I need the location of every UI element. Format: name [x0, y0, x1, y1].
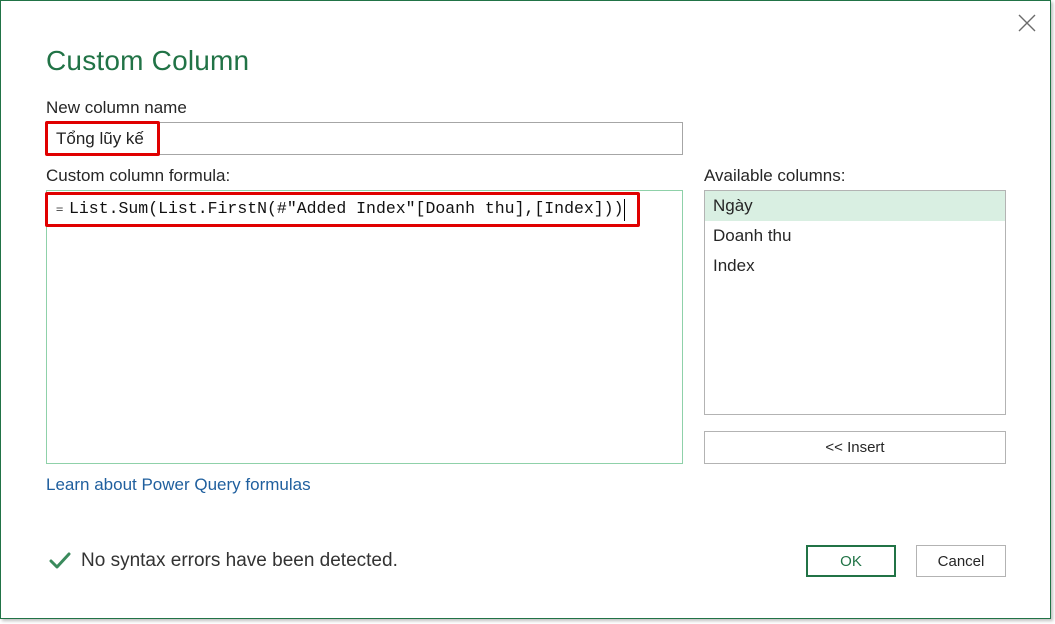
available-columns-list[interactable]: Ngày Doanh thu Index — [704, 190, 1006, 415]
checkmark-icon — [49, 551, 71, 571]
syntax-status: No syntax errors have been detected. — [49, 550, 398, 572]
learn-power-query-link[interactable]: Learn about Power Query formulas — [46, 475, 311, 495]
custom-column-formula-label: Custom column formula: — [46, 166, 230, 186]
ok-button[interactable]: OK — [806, 545, 896, 577]
formula-editor[interactable]: = List.Sum(List.FirstN(#"Added Index"[Do… — [46, 190, 683, 464]
close-icon — [1018, 14, 1036, 32]
close-button[interactable] — [1013, 9, 1041, 37]
new-column-name-value: Tổng lũy kế — [56, 129, 144, 149]
column-item-index[interactable]: Index — [705, 251, 1005, 281]
new-column-name-input[interactable]: Tổng lũy kế — [46, 122, 683, 155]
text-caret — [624, 199, 625, 221]
insert-button[interactable]: << Insert — [704, 431, 1006, 464]
column-item-ngay[interactable]: Ngày — [705, 191, 1005, 221]
dialog-title: Custom Column — [46, 45, 249, 77]
new-column-name-label: New column name — [46, 98, 187, 118]
syntax-status-text: No syntax errors have been detected. — [81, 550, 398, 572]
formula-text: List.Sum(List.FirstN(#"Added Index"[Doan… — [69, 199, 624, 218]
available-columns-label: Available columns: — [704, 166, 845, 186]
cancel-button[interactable]: Cancel — [916, 545, 1006, 577]
column-item-doanh-thu[interactable]: Doanh thu — [705, 221, 1005, 251]
custom-column-dialog: Custom Column New column name Tổng lũy k… — [0, 0, 1051, 619]
formula-equals-sign: = — [56, 202, 63, 216]
